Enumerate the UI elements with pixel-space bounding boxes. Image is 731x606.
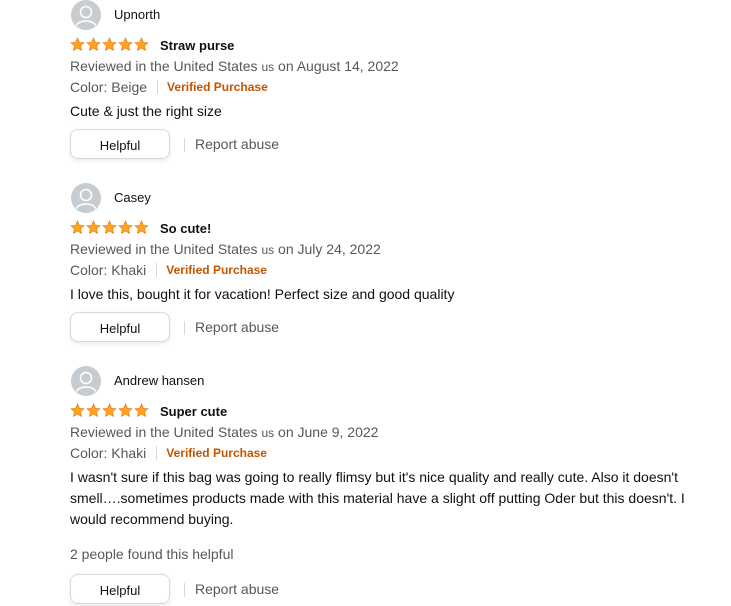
star-icon — [70, 37, 85, 52]
review-title[interactable]: Straw purse — [160, 37, 234, 55]
divider — [184, 138, 185, 152]
divider — [184, 583, 185, 597]
review-1: Upnorth Straw purse Reviewed in the Unit… — [70, 0, 720, 161]
verified-purchase-badge[interactable]: Verified Purchase — [166, 260, 267, 280]
variant-label[interactable]: Color: Khaki — [70, 260, 146, 280]
star-icon — [118, 37, 133, 52]
review-title[interactable]: So cute! — [160, 220, 211, 238]
star-icon — [118, 403, 133, 418]
review-actions: Helpful Report abuse — [70, 574, 720, 606]
reviewer-name[interactable]: Andrew hansen — [114, 373, 204, 389]
star-icon — [102, 220, 117, 235]
review-date: Reviewed in the United States us on June… — [70, 422, 720, 443]
reviewer-name[interactable]: Casey — [114, 190, 151, 206]
review-date-prefix: Reviewed in the United States — [70, 58, 258, 74]
review-date-suffix: on July 24, 2022 — [278, 241, 381, 257]
verified-purchase-badge[interactable]: Verified Purchase — [166, 443, 267, 463]
helpful-count: 2 people found this helpful — [70, 546, 234, 562]
star-rating[interactable] — [70, 403, 151, 419]
review-actions: Helpful Report abuse — [70, 129, 720, 161]
default-avatar-icon — [71, 183, 101, 213]
review-title[interactable]: Super cute — [160, 403, 227, 421]
review-3: Andrew hansen Super cute Reviewed in the… — [70, 366, 720, 606]
star-icon — [70, 220, 85, 235]
helpful-button[interactable]: Helpful — [70, 312, 170, 342]
review-date-prefix: Reviewed in the United States — [70, 424, 258, 440]
review-date-prefix: Reviewed in the United States — [70, 241, 258, 257]
star-icon — [86, 220, 101, 235]
star-rating[interactable] — [70, 220, 151, 236]
variant-label[interactable]: Color: Beige — [70, 77, 147, 97]
reviewer-profile[interactable]: Casey — [70, 183, 720, 213]
report-abuse-link[interactable]: Report abuse — [195, 318, 279, 336]
variant-row: Color: Khaki Verified Purchase — [70, 443, 720, 463]
review-date-us: us — [261, 243, 275, 257]
star-icon — [118, 220, 133, 235]
review-date-suffix: on June 9, 2022 — [278, 424, 379, 440]
divider — [184, 321, 185, 335]
star-icon — [86, 37, 101, 52]
variant-row: Color: Khaki Verified Purchase — [70, 260, 720, 280]
review-2: Casey So cute! Reviewed in the United St… — [70, 183, 720, 344]
default-avatar-icon — [71, 0, 101, 30]
star-icon — [102, 403, 117, 418]
review-date-suffix: on August 14, 2022 — [278, 58, 399, 74]
verified-purchase-badge[interactable]: Verified Purchase — [167, 77, 268, 97]
star-icon — [86, 403, 101, 418]
star-icon — [102, 37, 117, 52]
star-icon — [70, 403, 85, 418]
helpful-button[interactable]: Helpful — [70, 129, 170, 159]
review-body: I love this, bought it for vacation! Per… — [70, 286, 455, 302]
variant-row: Color: Beige Verified Purchase — [70, 77, 720, 97]
review-actions: Helpful Report abuse — [70, 312, 720, 344]
reviewer-name[interactable]: Upnorth — [114, 7, 160, 23]
review-date: Reviewed in the United States us on Augu… — [70, 56, 720, 77]
divider — [156, 263, 158, 277]
report-abuse-link[interactable]: Report abuse — [195, 580, 279, 598]
star-rating[interactable] — [70, 37, 151, 53]
divider — [156, 446, 158, 460]
reviewer-profile[interactable]: Upnorth — [70, 0, 720, 30]
star-icon — [134, 37, 149, 52]
reviewer-profile[interactable]: Andrew hansen — [70, 366, 720, 396]
review-date-us: us — [261, 426, 275, 440]
helpful-button[interactable]: Helpful — [70, 574, 170, 604]
star-icon — [134, 220, 149, 235]
star-icon — [134, 403, 149, 418]
rating-title-row: Super cute — [70, 402, 720, 422]
variant-label[interactable]: Color: Khaki — [70, 443, 146, 463]
review-date-us: us — [261, 60, 275, 74]
review-body: I wasn't sure if this bag was going to r… — [70, 469, 685, 527]
report-abuse-link[interactable]: Report abuse — [195, 135, 279, 153]
rating-title-row: So cute! — [70, 219, 720, 239]
review-body: Cute & just the right size — [70, 103, 222, 119]
divider — [157, 80, 159, 94]
rating-title-row: Straw purse — [70, 36, 720, 56]
review-date: Reviewed in the United States us on July… — [70, 239, 720, 260]
default-avatar-icon — [71, 366, 101, 396]
